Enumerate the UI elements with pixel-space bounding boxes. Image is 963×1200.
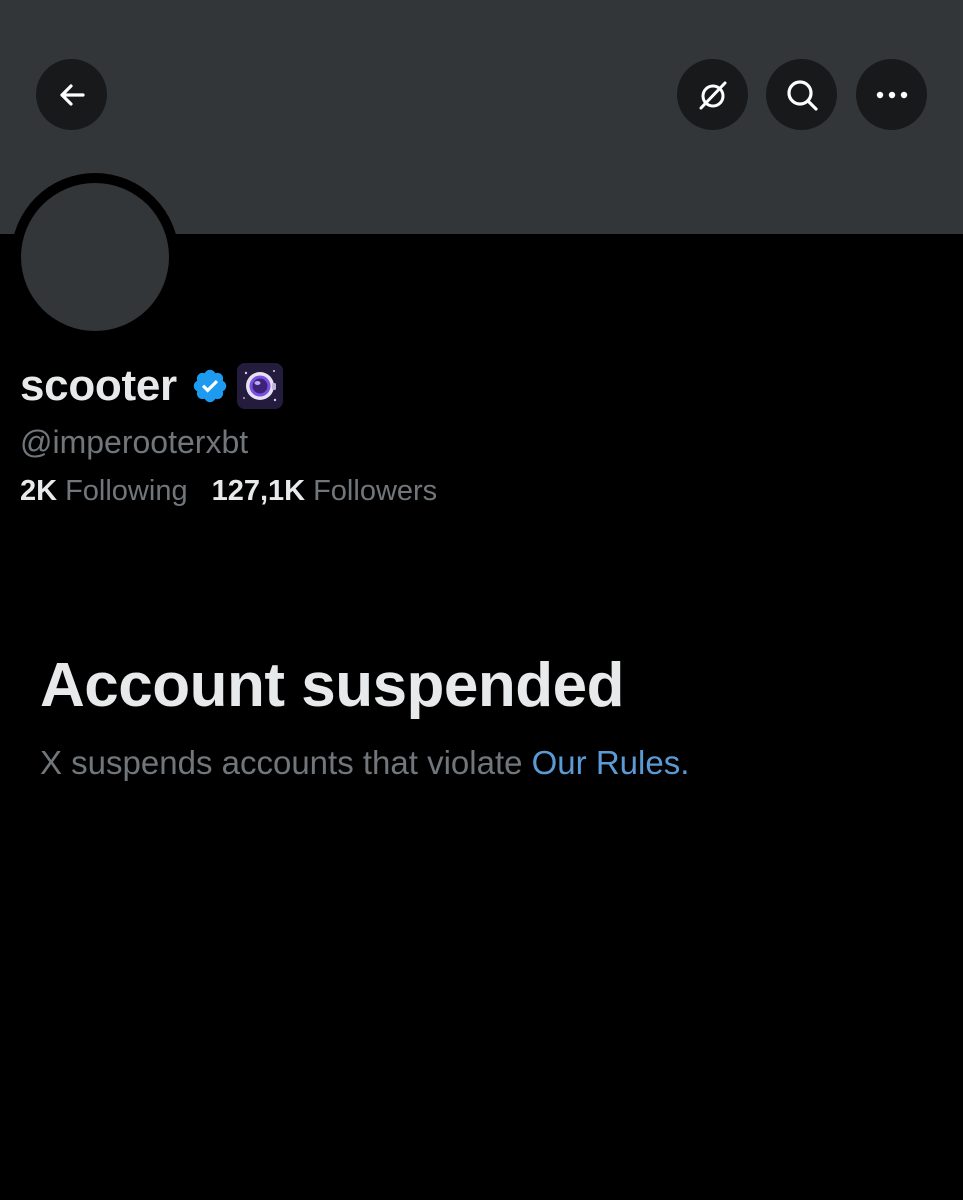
avatar[interactable]: [11, 173, 179, 341]
grok-slash-circle-icon: [695, 77, 731, 113]
suspension-trailing: .: [680, 744, 690, 781]
suspension-title: Account suspended: [40, 651, 625, 720]
suspension-message: X suspends accounts that violate Our Rul…: [40, 744, 689, 782]
name-row: scooter: [20, 360, 283, 412]
followers-count: 127,1K: [211, 475, 306, 507]
back-button[interactable]: [36, 59, 107, 130]
astronaut-badge-icon[interactable]: [236, 363, 283, 409]
following-label: Following: [65, 475, 188, 507]
more-horizontal-icon: [875, 90, 909, 100]
arrow-left-icon: [57, 80, 87, 110]
following-link[interactable]: 2K Following: [20, 475, 188, 508]
follow-stats: 2K Following 127,1K Followers: [20, 475, 437, 508]
search-button[interactable]: [766, 59, 837, 130]
display-name: scooter: [20, 361, 177, 410]
search-icon: [784, 77, 820, 113]
suspension-message-text: X suspends accounts that violate: [40, 744, 523, 781]
user-handle: @imperooterxbt: [20, 424, 249, 460]
grok-button[interactable]: [677, 59, 748, 130]
more-options-button[interactable]: [856, 59, 927, 130]
followers-label: Followers: [313, 475, 438, 507]
followers-link[interactable]: 127,1K Followers: [212, 475, 438, 508]
avatar-placeholder: [21, 183, 169, 331]
verified-badge-icon[interactable]: [191, 367, 229, 405]
following-count: 2K: [20, 475, 58, 507]
our-rules-link[interactable]: Our Rules: [532, 744, 681, 781]
